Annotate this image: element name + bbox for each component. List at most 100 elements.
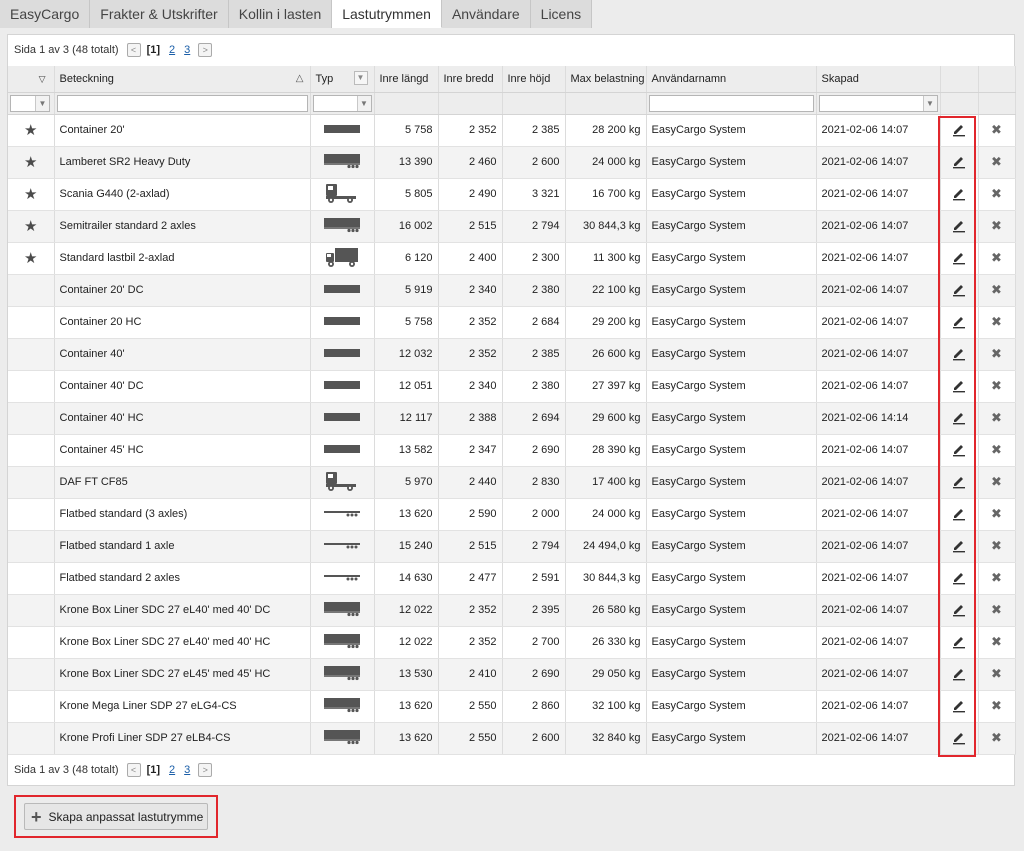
tab-lastutrymmen[interactable]: Lastutrymmen [332, 0, 442, 28]
favorite-filter-select[interactable]: ▼ [10, 94, 50, 112]
star-icon[interactable]: ★ [24, 250, 37, 267]
column-header-username[interactable]: Användarnamn [646, 66, 817, 93]
favorite-cell[interactable] [8, 722, 55, 755]
close-icon[interactable]: ✖ [991, 730, 1002, 746]
pencil-icon[interactable] [951, 537, 967, 556]
star-icon[interactable]: ★ [24, 186, 37, 203]
pager-page-2[interactable]: 2 [169, 764, 175, 776]
pencil-icon[interactable] [951, 633, 967, 652]
tab-kollin-i-lasten[interactable]: Kollin i lasten [228, 0, 333, 28]
close-icon[interactable]: ✖ [991, 154, 1002, 170]
tab-frakter-utskrifter[interactable]: Frakter & Utskrifter [90, 0, 229, 28]
pencil-icon[interactable] [951, 409, 967, 428]
close-icon[interactable]: ✖ [991, 570, 1002, 586]
star-icon[interactable]: ★ [24, 122, 37, 139]
favorite-cell[interactable]: ★ [8, 178, 55, 211]
column-header-type[interactable]: Typ ▼ [310, 66, 375, 93]
favorite-cell[interactable] [8, 338, 55, 371]
close-icon[interactable]: ✖ [991, 698, 1002, 714]
pencil-icon[interactable] [951, 249, 967, 268]
table-row[interactable]: Container 40' 12 032 2 352 2 385 26 600 kg Ea… [8, 338, 1016, 371]
table-row[interactable]: DAF FT CF85 5 970 2 440 2 830 17 400 kg EasyC… [8, 466, 1016, 499]
username-filter-input[interactable] [648, 94, 814, 112]
close-icon[interactable]: ✖ [991, 122, 1002, 138]
table-row[interactable]: ★ Scania G440 (2-axlad) 5 805 2 490 3 321 16 … [8, 178, 1016, 211]
star-icon[interactable]: ★ [24, 218, 37, 235]
table-row[interactable]: ★ Lamberet SR2 Heavy Duty 13 390 2 460 2 600… [8, 146, 1016, 179]
table-row[interactable]: Container 45' HC 13 582 2 347 2 690 28 390 k… [8, 434, 1016, 467]
pager-prev-button[interactable]: < [126, 43, 141, 57]
close-icon[interactable]: ✖ [991, 538, 1002, 554]
favorite-column-header[interactable]: ▽ [8, 66, 55, 93]
favorite-cell[interactable] [8, 498, 55, 531]
column-header-inner-length[interactable]: Inre längd [374, 66, 439, 93]
favorite-cell[interactable] [8, 434, 55, 467]
close-icon[interactable]: ✖ [991, 218, 1002, 234]
tab-anvandare[interactable]: Användare [441, 0, 531, 28]
favorite-cell[interactable] [8, 626, 55, 659]
pager-next-button[interactable]: > [198, 43, 213, 57]
pencil-icon[interactable] [951, 313, 967, 332]
pager-next-button[interactable]: > [198, 763, 213, 777]
column-header-inner-width[interactable]: Inre bredd [438, 66, 503, 93]
close-icon[interactable]: ✖ [991, 666, 1002, 682]
pager-page-3[interactable]: 3 [184, 764, 190, 776]
pencil-icon[interactable] [951, 729, 967, 748]
type-filter-dropdown-icon[interactable]: ▼ [353, 71, 368, 85]
favorite-cell[interactable]: ★ [8, 146, 55, 179]
table-row[interactable]: Flatbed standard 1 axle 15 240 2 515 2 794 2… [8, 530, 1016, 563]
pencil-icon[interactable] [951, 153, 967, 172]
favorite-cell[interactable] [8, 658, 55, 691]
close-icon[interactable]: ✖ [991, 346, 1002, 362]
pencil-icon[interactable] [951, 217, 967, 236]
table-row[interactable]: Krone Profi Liner SDP 27 eLB4-CS 13 620 2 … [8, 722, 1016, 755]
favorite-cell[interactable] [8, 562, 55, 595]
close-icon[interactable]: ✖ [991, 442, 1002, 458]
favorite-cell[interactable] [8, 402, 55, 435]
close-icon[interactable]: ✖ [991, 602, 1002, 618]
pencil-icon[interactable] [951, 665, 967, 684]
pencil-icon[interactable] [951, 121, 967, 140]
favorite-cell[interactable] [8, 594, 55, 627]
pencil-icon[interactable] [951, 281, 967, 300]
favorite-cell[interactable] [8, 530, 55, 563]
pencil-icon[interactable] [951, 185, 967, 204]
designation-filter-input[interactable] [56, 94, 308, 112]
pencil-icon[interactable] [951, 697, 967, 716]
pager-prev-button[interactable]: < [126, 763, 141, 777]
favorite-cell[interactable] [8, 306, 55, 339]
column-header-inner-height[interactable]: Inre höjd [502, 66, 566, 93]
column-header-max-load[interactable]: Max belastning [565, 66, 647, 93]
star-icon[interactable]: ★ [24, 154, 37, 171]
pager-page-2[interactable]: 2 [169, 44, 175, 56]
favorite-cell[interactable] [8, 466, 55, 499]
pencil-icon[interactable] [951, 473, 967, 492]
close-icon[interactable]: ✖ [991, 250, 1002, 266]
table-row[interactable]: Container 40' DC 12 051 2 340 2 380 27 397 k… [8, 370, 1016, 403]
table-row[interactable]: Krone Box Liner SDC 27 eL40' med 40' DC 1… [8, 594, 1016, 627]
table-row[interactable]: Container 20' DC 5 919 2 340 2 380 22 100 kg… [8, 274, 1016, 307]
table-row[interactable]: Flatbed standard 2 axles 14 630 2 477 2 591… [8, 562, 1016, 595]
close-icon[interactable]: ✖ [991, 282, 1002, 298]
favorite-cell[interactable] [8, 274, 55, 307]
favorite-cell[interactable]: ★ [8, 242, 55, 275]
create-custom-cargo-space-button[interactable]: + Skapa anpassat lastutrymme [24, 803, 208, 830]
favorite-cell[interactable] [8, 370, 55, 403]
close-icon[interactable]: ✖ [991, 186, 1002, 202]
pencil-icon[interactable] [951, 601, 967, 620]
tab-easycargo[interactable]: EasyCargo [0, 0, 91, 28]
table-row[interactable]: ★ Container 20' 5 758 2 352 2 385 28 200 kg Ea… [8, 114, 1016, 147]
close-icon[interactable]: ✖ [991, 474, 1002, 490]
favorite-cell[interactable]: ★ [8, 114, 55, 147]
table-row[interactable]: Krone Box Liner SDC 27 eL40' med 40' HC 1… [8, 626, 1016, 659]
close-icon[interactable]: ✖ [991, 634, 1002, 650]
favorite-cell[interactable] [8, 690, 55, 723]
table-row[interactable]: Container 40' HC 12 117 2 388 2 694 29 600 k… [8, 402, 1016, 435]
favorite-cell[interactable]: ★ [8, 210, 55, 243]
close-icon[interactable]: ✖ [991, 378, 1002, 394]
table-row[interactable]: Krone Box Liner SDC 27 eL45' med 45' HC 1… [8, 658, 1016, 691]
table-row[interactable]: Krone Mega Liner SDP 27 eLG4-CS 13 620 2 5… [8, 690, 1016, 723]
column-header-designation[interactable]: Beteckning △ [54, 66, 311, 93]
created-filter-select[interactable]: ▼ [818, 94, 938, 112]
pencil-icon[interactable] [951, 345, 967, 364]
